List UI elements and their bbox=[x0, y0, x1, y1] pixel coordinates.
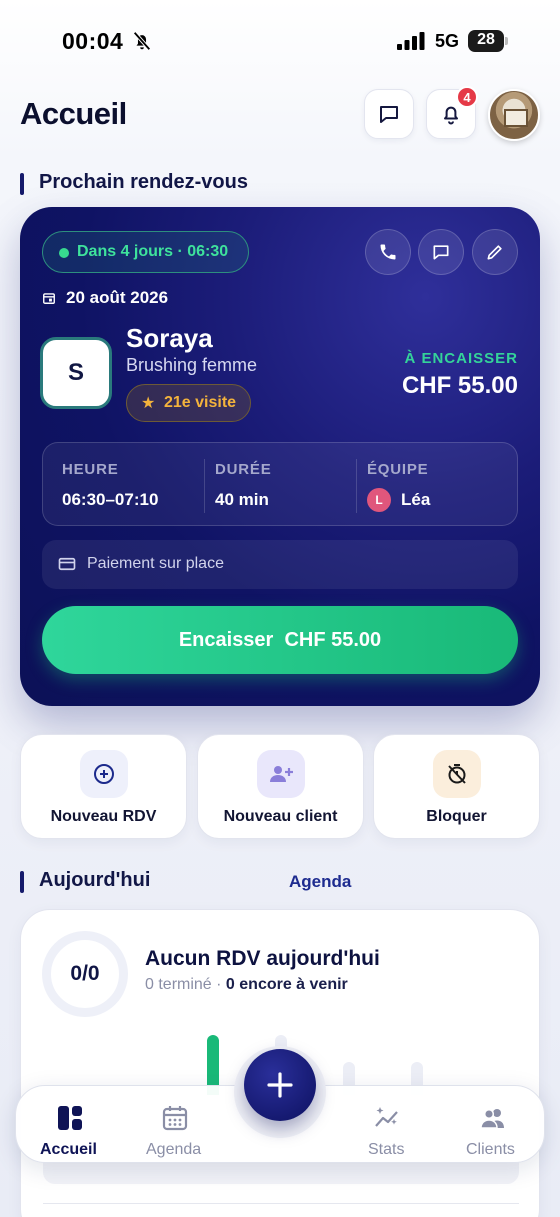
call-button[interactable] bbox=[365, 229, 411, 275]
tab-accueil[interactable]: Accueil bbox=[40, 1086, 100, 1164]
detail-time: HEURE 06:30–07:10 bbox=[43, 443, 203, 527]
tab-label: Stats bbox=[368, 1141, 405, 1158]
client-initial-tile: S bbox=[40, 337, 112, 409]
home-grid-icon bbox=[58, 1106, 82, 1130]
separator: · bbox=[211, 976, 226, 993]
credit-card-icon bbox=[58, 557, 76, 571]
client-name[interactable]: Soraya bbox=[126, 323, 213, 354]
chat-icon bbox=[433, 245, 449, 260]
avatar[interactable] bbox=[488, 89, 540, 141]
next-appointment-card[interactable]: Dans 4 jours · 06:30 20 août 2026 S Sora… bbox=[20, 207, 540, 706]
section-title-next-appointment: Prochain rendez-vous bbox=[39, 171, 248, 193]
progress-value: 0/0 bbox=[70, 962, 100, 985]
users-icon bbox=[480, 1108, 504, 1129]
detail-team-label: ÉQUIPE bbox=[367, 461, 429, 478]
status-bar: 00:04 5G 28 bbox=[0, 0, 560, 84]
message-client-button[interactable] bbox=[418, 229, 464, 275]
new-client-label: Nouveau client bbox=[223, 808, 338, 825]
timer-off-icon bbox=[433, 750, 481, 798]
detail-team-value: Léa bbox=[401, 490, 431, 509]
today-subtitle: 0 terminé · 0 encore à venir bbox=[145, 976, 348, 994]
visit-badge: ★ 21e visite bbox=[126, 384, 251, 422]
messages-button[interactable] bbox=[364, 89, 414, 139]
detail-duration-label: DURÉE bbox=[215, 461, 272, 478]
section-accent bbox=[20, 871, 24, 893]
tab-clients[interactable]: Clients bbox=[466, 1086, 522, 1164]
tab-label: Agenda bbox=[146, 1141, 202, 1158]
status-time: 00:04 bbox=[62, 28, 124, 54]
block-time-button[interactable]: Bloquer bbox=[373, 734, 540, 839]
page-title: Accueil bbox=[20, 96, 127, 131]
client-initial: S bbox=[67, 359, 84, 386]
edit-appointment-button[interactable] bbox=[472, 229, 518, 275]
plus-icon bbox=[267, 1072, 293, 1098]
appointment-date: 20 août 2026 bbox=[42, 287, 168, 309]
tab-agenda[interactable]: Agenda bbox=[144, 1086, 208, 1164]
notification-badge: 4 bbox=[456, 86, 478, 108]
progress-ring: 0/0 bbox=[42, 931, 128, 1017]
visit-count: 21e visite bbox=[164, 394, 237, 411]
agenda-link[interactable]: Agenda bbox=[289, 872, 351, 892]
section-title-today: Aujourd'hui bbox=[39, 869, 151, 891]
divider bbox=[43, 1203, 519, 1204]
detail-duration: DURÉE 40 min bbox=[205, 443, 355, 527]
tab-label: Clients bbox=[466, 1141, 515, 1158]
calendar-icon bbox=[162, 1106, 188, 1131]
due-label: À ENCAISSER bbox=[404, 350, 518, 367]
team-member-avatar: L bbox=[367, 488, 391, 512]
signal-icon bbox=[397, 32, 425, 50]
phone-icon bbox=[380, 244, 396, 260]
status-dot bbox=[59, 248, 69, 258]
date-text: 20 août 2026 bbox=[66, 288, 169, 307]
pencil-icon bbox=[487, 245, 502, 260]
countdown-text: Dans 4 jours · 06:30 bbox=[77, 243, 229, 260]
battery-icon: 28 bbox=[468, 30, 508, 52]
collect-payment-button[interactable]: Encaisser CHF 55.00 bbox=[42, 606, 518, 674]
payment-text: Paiement sur place bbox=[87, 555, 224, 572]
tab-stats[interactable]: Stats bbox=[366, 1086, 410, 1164]
plus-circle-icon bbox=[80, 750, 128, 798]
chat-icon bbox=[380, 106, 398, 123]
bell-off-icon bbox=[133, 31, 151, 51]
countdown-pill: Dans 4 jours · 06:30 bbox=[42, 231, 249, 273]
appointment-details: HEURE 06:30–07:10 DURÉE 40 min ÉQUIPE L … bbox=[42, 442, 518, 526]
calendar-icon bbox=[43, 293, 55, 304]
service-name: Brushing femme bbox=[126, 355, 258, 375]
network-type: 5G bbox=[435, 31, 460, 51]
block-time-label: Bloquer bbox=[426, 808, 487, 825]
collect-payment-label: Encaisser CHF 55.00 bbox=[178, 628, 382, 651]
due-amount: CHF 55.00 bbox=[401, 372, 518, 399]
star-icon: ★ bbox=[141, 395, 156, 412]
tab-label: Accueil bbox=[40, 1141, 97, 1158]
sparkle-chart-icon bbox=[375, 1107, 398, 1127]
detail-time-value: 06:30–07:10 bbox=[62, 490, 159, 509]
new-client-button[interactable]: Nouveau client bbox=[197, 734, 364, 839]
new-appointment-label: Nouveau RDV bbox=[50, 808, 157, 825]
user-plus-icon bbox=[257, 750, 305, 798]
detail-duration-value: 40 min bbox=[215, 490, 269, 509]
new-appointment-button[interactable]: Nouveau RDV bbox=[20, 734, 187, 839]
section-accent bbox=[20, 173, 24, 195]
payment-method: Paiement sur place bbox=[42, 540, 518, 589]
upcoming-count: 0 encore à venir bbox=[225, 976, 348, 993]
today-title: Aucun RDV aujourd'hui bbox=[145, 947, 380, 970]
detail-time-label: HEURE bbox=[62, 461, 119, 478]
done-count: 0 terminé bbox=[145, 976, 212, 993]
add-button[interactable] bbox=[244, 1049, 316, 1121]
battery-level: 28 bbox=[477, 31, 495, 48]
detail-team: ÉQUIPE L Léa bbox=[357, 443, 517, 527]
